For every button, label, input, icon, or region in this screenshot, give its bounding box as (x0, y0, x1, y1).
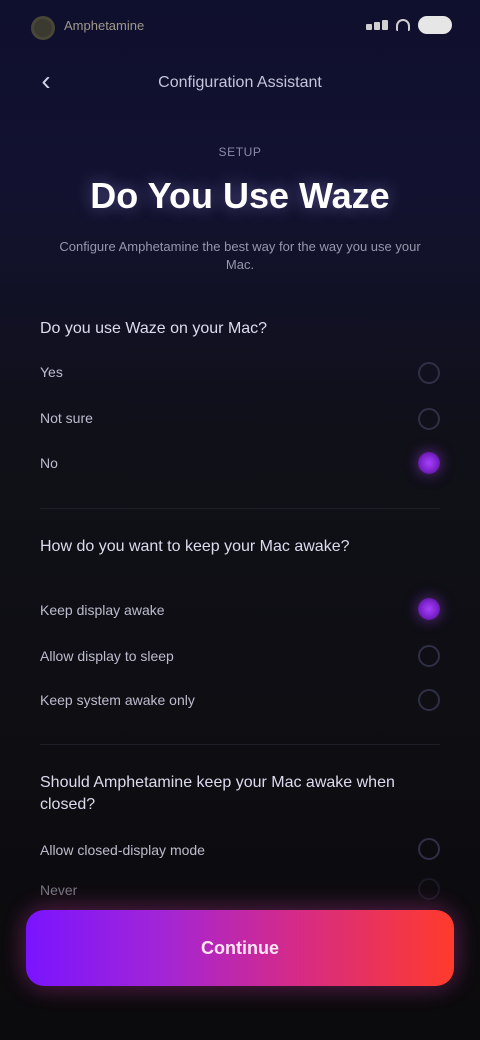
status-left-text: Amphetamine (64, 18, 145, 33)
radio-never[interactable] (418, 878, 440, 900)
status-icons (366, 16, 452, 34)
option-never[interactable]: Never (40, 882, 77, 898)
option-allow-display-sleep[interactable]: Allow display to sleep (40, 648, 174, 664)
setup-kicker: SETUP (218, 145, 262, 159)
radio-no-selected[interactable] (418, 452, 440, 474)
option-keep-display-awake[interactable]: Keep display awake (40, 602, 165, 618)
page-title: Configuration Assistant (158, 74, 322, 91)
option-yes[interactable]: Yes (40, 364, 63, 380)
battery-icon (418, 16, 452, 34)
radio-keep-display-awake-selected[interactable] (418, 598, 440, 620)
question-keep-awake: How do you want to keep your Mac awake? (40, 538, 350, 555)
option-no[interactable]: No (40, 455, 58, 471)
hero-title: Do You Use Waze (90, 175, 390, 216)
app-logo-icon (31, 16, 55, 40)
signal-bar (374, 22, 380, 30)
signal-bar (366, 24, 372, 30)
radio-yes[interactable] (418, 362, 440, 384)
radio-system-awake-only[interactable] (418, 689, 440, 711)
question-waze: Do you use Waze on your Mac? (40, 320, 268, 337)
section-divider (40, 508, 440, 509)
radio-not-sure[interactable] (418, 408, 440, 430)
radio-closed-display-mode[interactable] (418, 838, 440, 860)
hero-subtitle: Configure Amphetamine the best way for t… (59, 239, 421, 272)
signal-bar (382, 20, 388, 30)
wifi-icon (396, 19, 410, 31)
option-closed-display-mode[interactable]: Allow closed-display mode (40, 842, 205, 858)
app-logo (28, 16, 58, 40)
option-system-awake-only[interactable]: Keep system awake only (40, 692, 195, 708)
signal-bars-icon (366, 20, 388, 30)
section-divider (40, 744, 440, 745)
radio-allow-display-sleep[interactable] (418, 645, 440, 667)
status-bar: Amphetamine (0, 0, 480, 56)
question-closed-display: Should Amphetamine keep your Mac awake w… (40, 774, 395, 813)
option-not-sure[interactable]: Not sure (40, 410, 93, 426)
continue-button[interactable]: Continue (26, 910, 454, 986)
